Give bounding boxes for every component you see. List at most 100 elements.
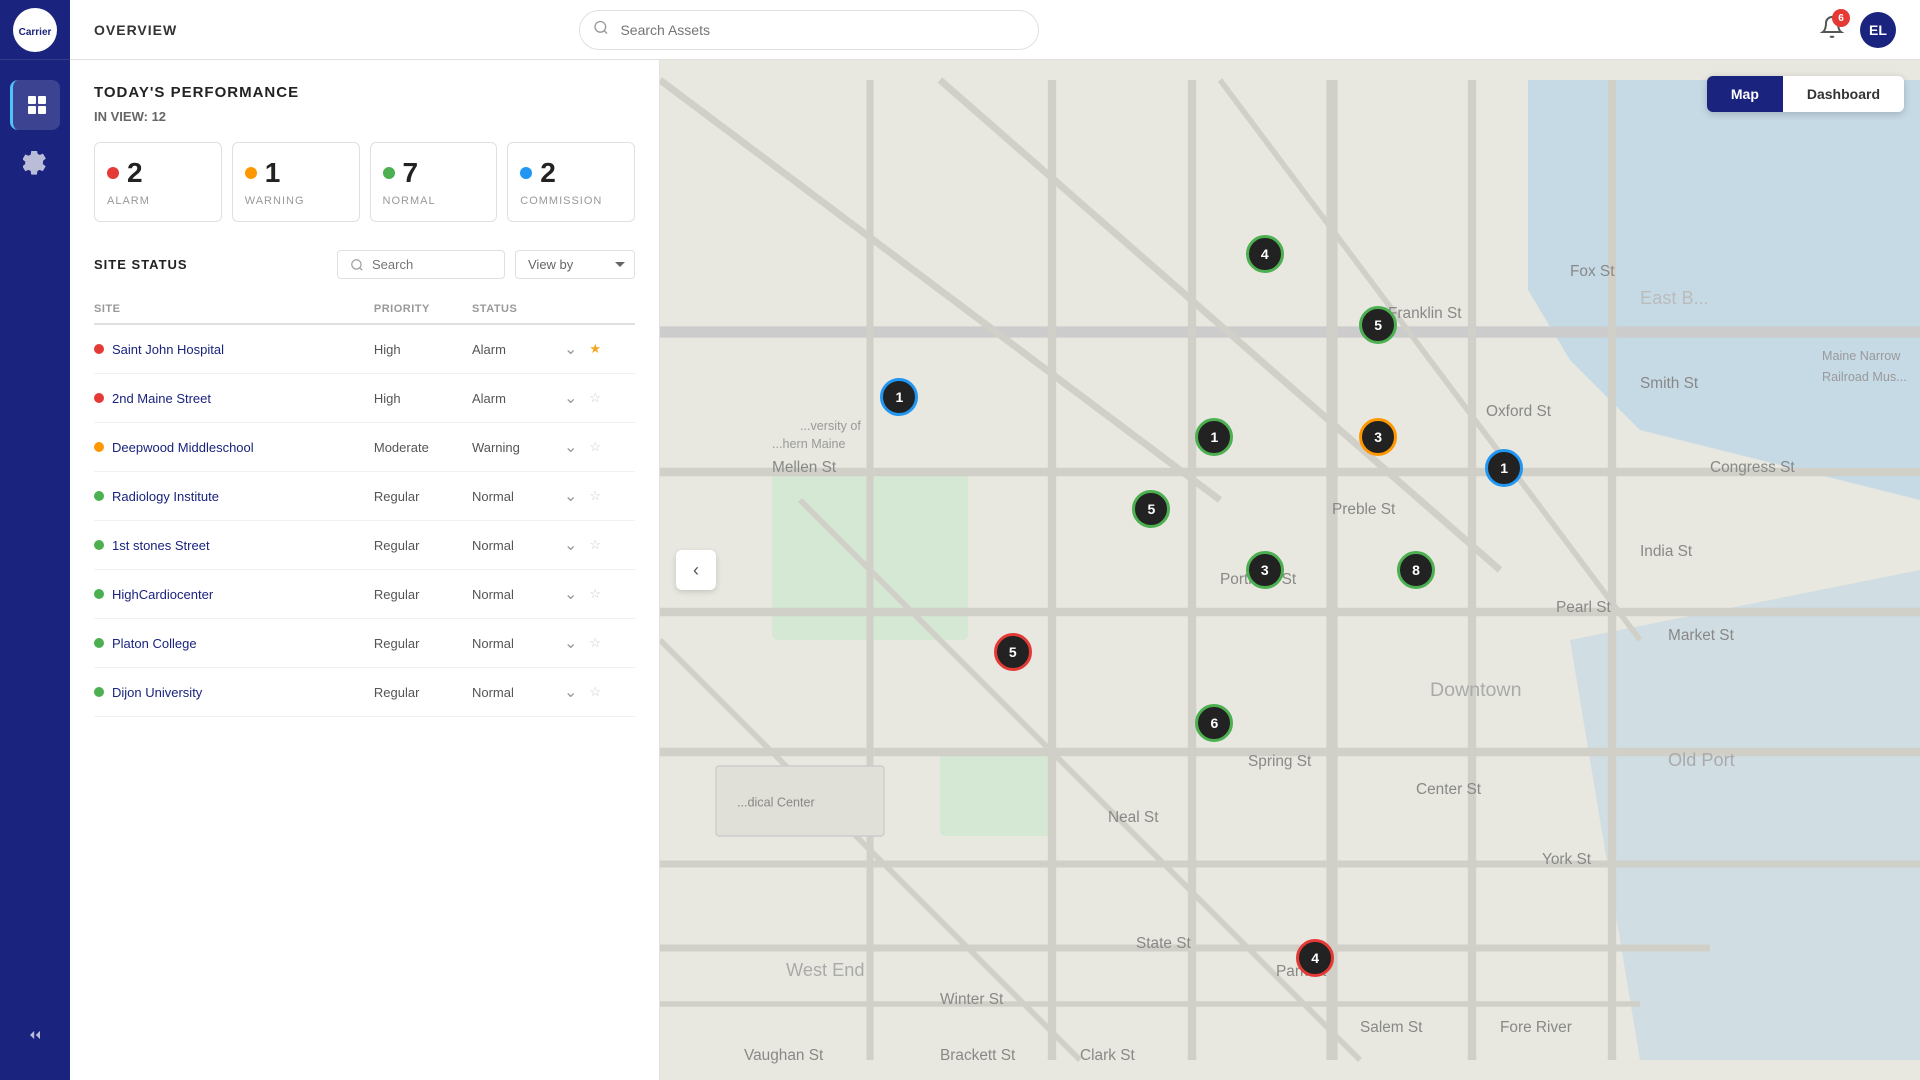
marker-circle-m8: 3 bbox=[1246, 551, 1284, 589]
svg-text:Fox St: Fox St bbox=[1570, 263, 1615, 280]
stat-card-commission: 2 COMMISSION bbox=[507, 142, 635, 222]
sidebar-item-dashboard[interactable] bbox=[10, 80, 60, 130]
site-priority-3: Moderate bbox=[374, 423, 472, 472]
marker-circle-m2: 5 bbox=[1359, 306, 1397, 344]
site-actions-8: ⌄ ☆ bbox=[556, 668, 635, 717]
sidebar: Carrier bbox=[0, 0, 70, 1080]
svg-text:Fore River: Fore River bbox=[1500, 1019, 1572, 1036]
site-star-3[interactable]: ☆ bbox=[589, 439, 601, 455]
site-search-input[interactable] bbox=[372, 257, 492, 272]
sidebar-nav bbox=[10, 60, 60, 1010]
site-star-5[interactable]: ☆ bbox=[589, 537, 601, 553]
site-name-8[interactable]: Dijon University bbox=[112, 685, 202, 700]
map-marker-m4[interactable]: 1 bbox=[1195, 418, 1233, 456]
stat-number-normal: 7 bbox=[403, 157, 419, 189]
site-status-5: Normal bbox=[472, 521, 556, 570]
sidebar-collapse-button[interactable] bbox=[10, 1010, 60, 1060]
svg-text:Railroad Mus...: Railroad Mus... bbox=[1822, 370, 1907, 384]
svg-text:...versity of: ...versity of bbox=[800, 419, 861, 433]
site-expand-2[interactable]: ⌄ bbox=[556, 388, 585, 408]
chevron-double-left-icon bbox=[25, 1025, 45, 1045]
sidebar-bottom bbox=[10, 1010, 60, 1080]
notification-badge: 6 bbox=[1832, 9, 1850, 27]
dashboard-view-button[interactable]: Dashboard bbox=[1783, 76, 1904, 112]
stat-top-warning: 1 bbox=[245, 157, 281, 189]
map-marker-m8[interactable]: 3 bbox=[1246, 551, 1284, 589]
map-toggle: Map Dashboard bbox=[1707, 76, 1904, 112]
header-right: 6 EL bbox=[1820, 12, 1896, 48]
site-expand-6[interactable]: ⌄ bbox=[556, 584, 585, 604]
site-name-cell-4: Radiology Institute bbox=[94, 472, 374, 521]
site-expand-7[interactable]: ⌄ bbox=[556, 633, 585, 653]
page-title: OVERVIEW bbox=[94, 22, 177, 38]
map-back-button[interactable]: ‹ bbox=[676, 550, 716, 590]
stat-dot-normal bbox=[383, 167, 395, 179]
map-marker-m6[interactable]: 1 bbox=[1485, 449, 1523, 487]
view-by-select[interactable]: View by Priority Status bbox=[515, 250, 635, 279]
performance-title: TODAY'S PERFORMANCE bbox=[94, 84, 635, 101]
sidebar-item-settings[interactable] bbox=[10, 138, 60, 188]
map-marker-m2[interactable]: 5 bbox=[1359, 306, 1397, 344]
col-site: SITE bbox=[94, 295, 374, 324]
map-marker-m7[interactable]: 5 bbox=[1132, 490, 1170, 528]
map-marker-m5[interactable]: 3 bbox=[1359, 418, 1397, 456]
site-name-3[interactable]: Deepwood Middleschool bbox=[112, 440, 254, 455]
map-marker-m10[interactable]: 5 bbox=[994, 633, 1032, 671]
map-marker-m3[interactable]: 1 bbox=[880, 378, 918, 416]
table-row: Deepwood Middleschool Moderate Warning ⌄… bbox=[94, 423, 635, 472]
site-star-6[interactable]: ☆ bbox=[589, 586, 601, 602]
site-name-1[interactable]: Saint John Hospital bbox=[112, 342, 224, 357]
table-row: Saint John Hospital High Alarm ⌄ ★ bbox=[94, 324, 635, 374]
svg-text:...dical Center: ...dical Center bbox=[737, 796, 815, 810]
site-expand-4[interactable]: ⌄ bbox=[556, 486, 585, 506]
site-name-cell-2: 2nd Maine Street bbox=[94, 374, 374, 423]
notifications-button[interactable]: 6 bbox=[1820, 15, 1844, 44]
site-name-7[interactable]: Platon College bbox=[112, 636, 197, 651]
site-star-4[interactable]: ☆ bbox=[589, 488, 601, 504]
site-actions-4: ⌄ ☆ bbox=[556, 472, 635, 521]
site-star-8[interactable]: ☆ bbox=[589, 684, 601, 700]
col-actions bbox=[556, 295, 635, 324]
site-expand-8[interactable]: ⌄ bbox=[556, 682, 585, 702]
svg-text:Franklin St: Franklin St bbox=[1388, 305, 1462, 322]
site-dot-8 bbox=[94, 687, 104, 697]
svg-text:Pearl St: Pearl St bbox=[1556, 599, 1611, 616]
marker-circle-m12: 4 bbox=[1296, 939, 1334, 977]
user-avatar[interactable]: EL bbox=[1860, 12, 1896, 48]
map-marker-m11[interactable]: 6 bbox=[1195, 704, 1233, 742]
site-expand-5[interactable]: ⌄ bbox=[556, 535, 585, 555]
map-marker-m1[interactable]: 4 bbox=[1246, 235, 1284, 273]
site-name-cell-7: Platon College bbox=[94, 619, 374, 668]
logo[interactable]: Carrier bbox=[0, 0, 70, 60]
site-table-body: Saint John Hospital High Alarm ⌄ ★ 2nd M… bbox=[94, 324, 635, 717]
map-view-button[interactable]: Map bbox=[1707, 76, 1783, 112]
map-marker-m9[interactable]: 8 bbox=[1397, 551, 1435, 589]
site-star-1[interactable]: ★ bbox=[589, 341, 601, 357]
site-name-4[interactable]: Radiology Institute bbox=[112, 489, 219, 504]
site-dot-3 bbox=[94, 442, 104, 452]
search-icon bbox=[593, 19, 609, 40]
marker-circle-m11: 6 bbox=[1195, 704, 1233, 742]
search-input[interactable] bbox=[579, 10, 1039, 50]
site-star-7[interactable]: ☆ bbox=[589, 635, 601, 651]
site-name-cell-8: Dijon University bbox=[94, 668, 374, 717]
stat-top-commission: 2 bbox=[520, 157, 556, 189]
site-name-5[interactable]: 1st stones Street bbox=[112, 538, 210, 553]
site-name-6[interactable]: HighCardiocenter bbox=[112, 587, 213, 602]
svg-text:West End: West End bbox=[786, 960, 865, 980]
site-star-2[interactable]: ☆ bbox=[589, 390, 601, 406]
site-dot-7 bbox=[94, 638, 104, 648]
svg-text:York St: York St bbox=[1542, 851, 1592, 868]
site-expand-1[interactable]: ⌄ bbox=[556, 339, 585, 359]
map-marker-m12[interactable]: 4 bbox=[1296, 939, 1334, 977]
site-status-3: Warning bbox=[472, 423, 556, 472]
site-expand-3[interactable]: ⌄ bbox=[556, 437, 585, 457]
site-status-8: Normal bbox=[472, 668, 556, 717]
marker-circle-m10: 5 bbox=[994, 633, 1032, 671]
stat-dot-commission bbox=[520, 167, 532, 179]
site-name-2[interactable]: 2nd Maine Street bbox=[112, 391, 211, 406]
site-dot-2 bbox=[94, 393, 104, 403]
svg-text:Winter St: Winter St bbox=[940, 991, 1004, 1008]
stat-card-normal: 7 NORMAL bbox=[370, 142, 498, 222]
main-content: OVERVIEW 6 EL TODAY'S PERFORM bbox=[70, 0, 1920, 1080]
